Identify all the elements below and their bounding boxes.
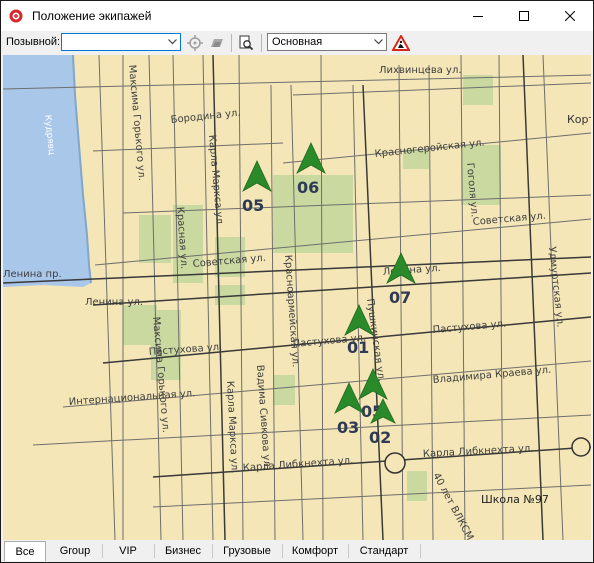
label-lihvintseva: Лихвинцева ул.: [379, 65, 462, 76]
label-kort: Корт: [567, 113, 591, 126]
close-icon: [565, 11, 575, 21]
search-document-icon[interactable]: [236, 33, 256, 53]
layers-icon[interactable]: [207, 33, 227, 53]
main-window: Положение экипажей Позывной: Основная Ли…: [0, 0, 594, 563]
label-karla-marksa-south: Карла Маркса ул.: [224, 381, 240, 474]
chevron-down-icon[interactable]: [370, 34, 386, 50]
tab-group[interactable]: Group: [49, 542, 101, 560]
tab-comfort[interactable]: Комфорт: [283, 542, 347, 560]
label-karla-marksa-north: Карла Маркса ул.: [206, 134, 225, 227]
toolbar: Позывной: Основная: [1, 31, 593, 55]
tab-label: Грузовые: [223, 545, 271, 557]
vehicle-label: 06: [297, 178, 319, 197]
map-layer-select[interactable]: Основная: [267, 33, 387, 51]
lake: [3, 55, 91, 287]
tab-label: Бизнес: [164, 545, 202, 557]
vehicle-marker-05a[interactable]: 05: [242, 160, 272, 215]
minimize-icon: [473, 16, 483, 17]
vehicle-arrow-icon: [242, 160, 272, 192]
maximize-icon: [519, 11, 529, 21]
label-lenina-short: Ленина пр.: [3, 269, 62, 280]
close-button[interactable]: [547, 1, 593, 31]
label-lenina-west: Ленина ул.: [85, 297, 143, 308]
tab-separator: [420, 544, 421, 558]
label-karla-libknekhta-east: Карла Либкнехта ул.: [423, 443, 534, 460]
maximize-button[interactable]: [501, 1, 547, 31]
tab-label: Group: [59, 545, 91, 557]
callsign-combobox[interactable]: [61, 33, 181, 51]
category-tab-bar: Все Group VIP Бизнес Грузовые Комфорт Ст…: [1, 540, 593, 562]
vehicle-arrow-icon: [334, 382, 364, 414]
vehicle-label: 01: [347, 338, 369, 357]
window-title: Положение экипажей: [32, 9, 152, 23]
minimize-button[interactable]: [455, 1, 501, 31]
vehicle-label: 02: [369, 428, 391, 447]
tab-all[interactable]: Все: [4, 541, 46, 561]
toolbar-separator: [231, 34, 232, 52]
vehicle-arrow-icon: [296, 142, 326, 174]
road-works-warning-icon[interactable]: [391, 33, 411, 53]
vehicle-label: 07: [389, 288, 411, 307]
label-sivkova: Вадима Сивкова ул.: [254, 364, 272, 470]
label-internatsionalnaya: Интернациональная ул.: [68, 388, 195, 408]
vehicle-label: 05: [242, 196, 264, 215]
chevron-down-icon[interactable]: [164, 34, 180, 50]
vehicle-label: 03: [337, 418, 359, 437]
label-krasnoarmeyskaya: Красноармейская ул.: [282, 254, 301, 367]
locate-crosshair-icon[interactable]: [185, 33, 205, 53]
tab-label: Стандарт: [359, 545, 409, 557]
map-layer-value: Основная: [272, 36, 323, 48]
tab-cargo[interactable]: Грузовые: [213, 542, 281, 560]
label-borodina: Бородина ул.: [170, 108, 241, 126]
app-logo-icon: [9, 9, 23, 23]
label-karla-libknekhta-west: Карла Либкнехта ул.: [242, 455, 353, 474]
callsign-label: Позывной:: [6, 36, 61, 48]
label-pastukhova-east: Пастухова ул.: [432, 319, 506, 336]
map-canvas: Лихвинцева ул. Красногеройская ул. Совет…: [3, 55, 591, 540]
title-bar[interactable]: Положение экипажей: [1, 1, 593, 31]
toolbar-separator: [261, 34, 262, 52]
label-gorkogo-north: Максима Горького ул.: [126, 64, 147, 181]
tab-label: Комфорт: [291, 545, 339, 557]
tab-label: Все: [15, 545, 35, 558]
tab-standard[interactable]: Стандарт: [349, 542, 419, 560]
map-view[interactable]: Лихвинцева ул. Красногеройская ул. Совет…: [3, 55, 591, 540]
tab-vip[interactable]: VIP: [103, 542, 153, 560]
tab-business[interactable]: Бизнес: [155, 542, 211, 560]
label-school: Школа №97: [481, 493, 549, 506]
label-krayeva: Владимира Краева ул.: [432, 365, 551, 386]
tab-label: VIP: [119, 545, 137, 557]
label-sovetskaya-east: Советская ул.: [472, 211, 546, 228]
vehicle-marker-03[interactable]: 03: [334, 382, 364, 437]
label-vlksm: 40 лет ВЛКСМ ул.: [430, 471, 483, 540]
